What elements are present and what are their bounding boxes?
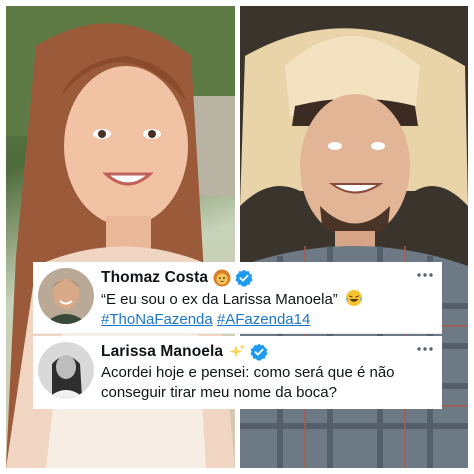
tweet-text: “E eu sou o ex da Larissa Manoela” #ThoN… (101, 289, 432, 330)
lion-emoji-icon (213, 269, 231, 287)
name-row: Larissa Manoela (101, 341, 268, 363)
tweet-quote: “E eu sou o ex da Larissa Manoela” (101, 291, 338, 308)
display-name[interactable]: Larissa Manoela (101, 343, 223, 361)
name-row: Thomaz Costa (101, 267, 253, 289)
avatar-larissa[interactable] (38, 342, 94, 398)
avatar-thomaz[interactable] (38, 268, 94, 324)
verified-badge-icon (235, 269, 253, 287)
tweet-text-line: “E eu sou o ex da Larissa Manoela” (101, 289, 432, 310)
hashtag-line: #ThoNaFazenda #AFazenda14 (101, 310, 432, 330)
hashtag-afazenda14[interactable]: #AFazenda14 (217, 311, 310, 328)
sparkles-emoji-icon (228, 343, 246, 361)
verified-badge-icon (250, 343, 268, 361)
hashtag-thonafazenda[interactable]: #ThoNaFazenda (101, 311, 213, 328)
laughing-tears-emoji-icon (345, 289, 363, 307)
display-name[interactable]: Thomaz Costa (101, 269, 208, 287)
tweet-text: Acordei hoje e pensei: como será que é n… (101, 364, 395, 401)
tweet-card-thomaz[interactable]: Thomaz Costa “E eu sou o ex da Larissa M… (33, 262, 442, 334)
tweet-card-larissa[interactable]: Larissa Manoela Acordei hoje e pensei: c… (33, 336, 442, 409)
more-options-icon[interactable] (416, 268, 434, 282)
more-options-icon[interactable] (416, 342, 434, 356)
